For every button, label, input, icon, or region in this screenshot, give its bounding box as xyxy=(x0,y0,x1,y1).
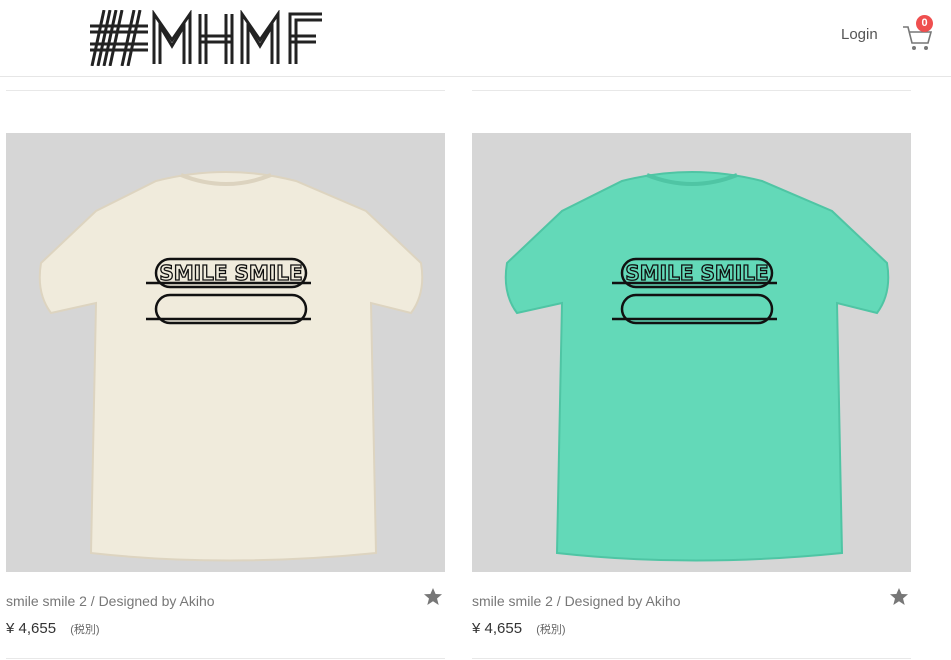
logo-graphic xyxy=(90,9,322,67)
site-logo[interactable] xyxy=(90,9,362,67)
shirt-graphic-text: SMILE SMILE xyxy=(625,261,768,285)
tax-note: (税別) xyxy=(70,624,100,636)
product-image[interactable]: SMILE SMILE xyxy=(6,133,445,572)
login-link[interactable]: Login xyxy=(841,25,878,45)
price-value: ¥ 4,655 xyxy=(472,620,523,637)
divider xyxy=(6,658,445,659)
product-title[interactable]: smile smile 2 / Designed by Akiho xyxy=(6,593,215,609)
product-price: ¥ 4,655 (税別) xyxy=(6,620,100,637)
price-value: ¥ 4,655 xyxy=(6,620,57,637)
shirt-graphic-text: SMILE SMILE xyxy=(159,261,302,285)
star-icon[interactable] xyxy=(423,587,443,607)
product-image[interactable]: SMILE SMILE xyxy=(472,133,911,572)
tax-note: (税別) xyxy=(536,624,566,636)
divider xyxy=(472,658,911,659)
site-header: Login 0 xyxy=(0,0,951,77)
product-card: SMILE SMILE smile smile 2 / Designed by … xyxy=(6,133,445,642)
divider xyxy=(6,90,445,91)
product-card: SMILE SMILE smile smile 2 / Designed by … xyxy=(472,133,911,642)
star-icon[interactable] xyxy=(889,587,909,607)
product-title[interactable]: smile smile 2 / Designed by Akiho xyxy=(472,593,681,609)
cart-count-badge: 0 xyxy=(916,15,933,32)
product-price: ¥ 4,655 (税別) xyxy=(472,620,566,637)
divider xyxy=(472,90,911,91)
